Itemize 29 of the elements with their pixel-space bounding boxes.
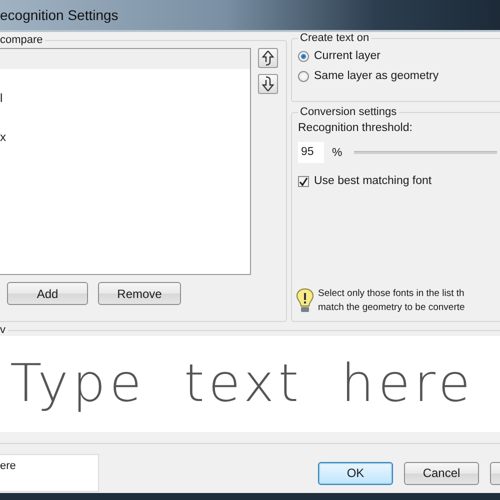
group-label: v [0,324,6,336]
move-down-button[interactable] [258,74,278,94]
lightbulb-icon [296,288,314,314]
checkbox[interactable] [298,176,309,186]
up-arrow-icon [261,50,275,66]
group-label: Conversion settings [299,106,398,118]
down-arrow-icon [261,76,275,92]
group-label: Create text on [299,32,370,44]
dialog-button[interactable]: Cancel [404,462,479,484]
radio-button[interactable] [298,70,309,82]
threshold-field[interactable]: 95 [298,142,324,163]
list-item[interactable]: x [0,128,250,147]
checkbox-label: Use best matching font [314,175,432,187]
unit-label: % [332,146,342,158]
list-button[interactable]: Add [7,282,88,305]
dialog-button[interactable]: OK [318,462,393,484]
threshold-label: Recognition threshold: [298,122,414,134]
preview-text: Type text here [10,354,474,414]
group-label: compare [0,34,44,46]
radio-label: Current layer [314,50,380,62]
radio-label: Same layer as geometry [314,70,439,82]
list-item[interactable]: l [0,89,250,108]
radio-button[interactable] [298,50,309,62]
hint-text: Select only those fonts in the list th match the geometry to be converte [318,287,465,315]
list-button[interactable]: Remove [98,282,181,305]
window-title: ecognition Settings [0,7,118,23]
sample-text-field[interactable]: ere [0,454,99,492]
threshold-slider-track[interactable] [354,151,497,154]
move-up-button[interactable] [258,48,278,68]
